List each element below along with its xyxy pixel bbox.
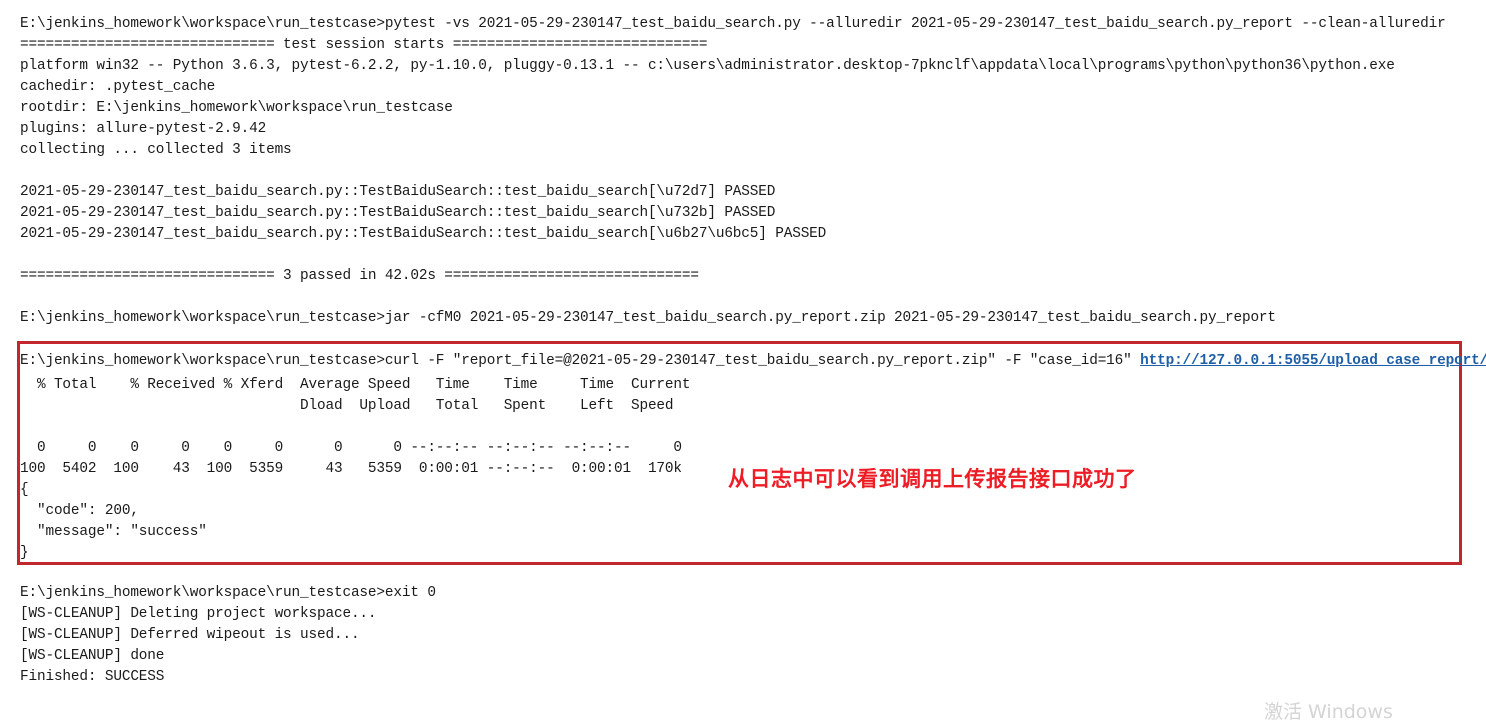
console-line-finished: Finished: SUCCESS [20,669,165,685]
console-output-pane: E:\jenkins_homework\workspace\run_testca… [0,0,1486,723]
console-line-summary: ============================== 3 passed … [20,268,699,284]
console-line-exit: E:\jenkins_homework\workspace\run_testca… [20,585,436,601]
console-line-platform: platform win32 -- Python 3.6.3, pytest-6… [20,58,1395,74]
console-line-json-message: ″message″: ″success″ [20,524,207,540]
console-line-curl-command: E:\jenkins_homework\workspace\run_testca… [20,351,1486,372]
console-line-jar-command: E:\jenkins_homework\workspace\run_testca… [20,310,1276,326]
console-line-pytest-command: E:\jenkins_homework\workspace\run_testca… [20,16,1446,32]
annotation-upload-success: 从日志中可以看到调用上传报告接口成功了 [728,467,1137,491]
console-line-test-result-1: 2021-05-29-230147_test_baidu_search.py::… [20,184,776,200]
console-line-curl-stats-2: 100 5402 100 43 100 5359 43 5359 0:00:01… [20,461,682,477]
curl-command-text: E:\jenkins_homework\workspace\run_testca… [20,353,1141,369]
console-line-json-close: } [20,545,29,561]
console-line-json-open: { [20,482,29,498]
console-line-ws-cleanup-1: [WS-CLEANUP] Deleting project workspace.… [20,606,377,622]
console-line-test-result-3: 2021-05-29-230147_test_baidu_search.py::… [20,226,827,242]
console-line-curl-stats-1: 0 0 0 0 0 0 0 0 --:--:-- --:--:-- --:--:… [20,440,682,456]
console-line-ws-cleanup-2: [WS-CLEANUP] Deferred wipeout is used... [20,627,360,643]
console-line-json-code: ″code″: 200, [20,503,139,519]
console-line-plugins: plugins: allure-pytest-2.9.42 [20,121,267,137]
windows-activation-watermark: 激活 Windows [1264,701,1393,723]
console-line-curl-header-2: Dload Upload Total Spent Left Speed [20,398,674,414]
console-line-curl-header-1: % Total % Received % Xferd Average Speed… [20,377,691,393]
console-line-collecting: collecting ... collected 3 items [20,142,292,158]
console-line-ws-cleanup-3: [WS-CLEANUP] done [20,648,165,664]
console-line-test-result-2: 2021-05-29-230147_test_baidu_search.py::… [20,205,776,221]
console-line-rootdir: rootdir: E:\jenkins_homework\workspace\r… [20,100,453,116]
upload-report-url-link[interactable]: http://127.0.0.1:5055/upload_case_report… [1140,353,1486,369]
console-line-cachedir: cachedir: .pytest_cache [20,79,216,95]
console-line-session-separator: ============================== test sess… [20,37,708,53]
